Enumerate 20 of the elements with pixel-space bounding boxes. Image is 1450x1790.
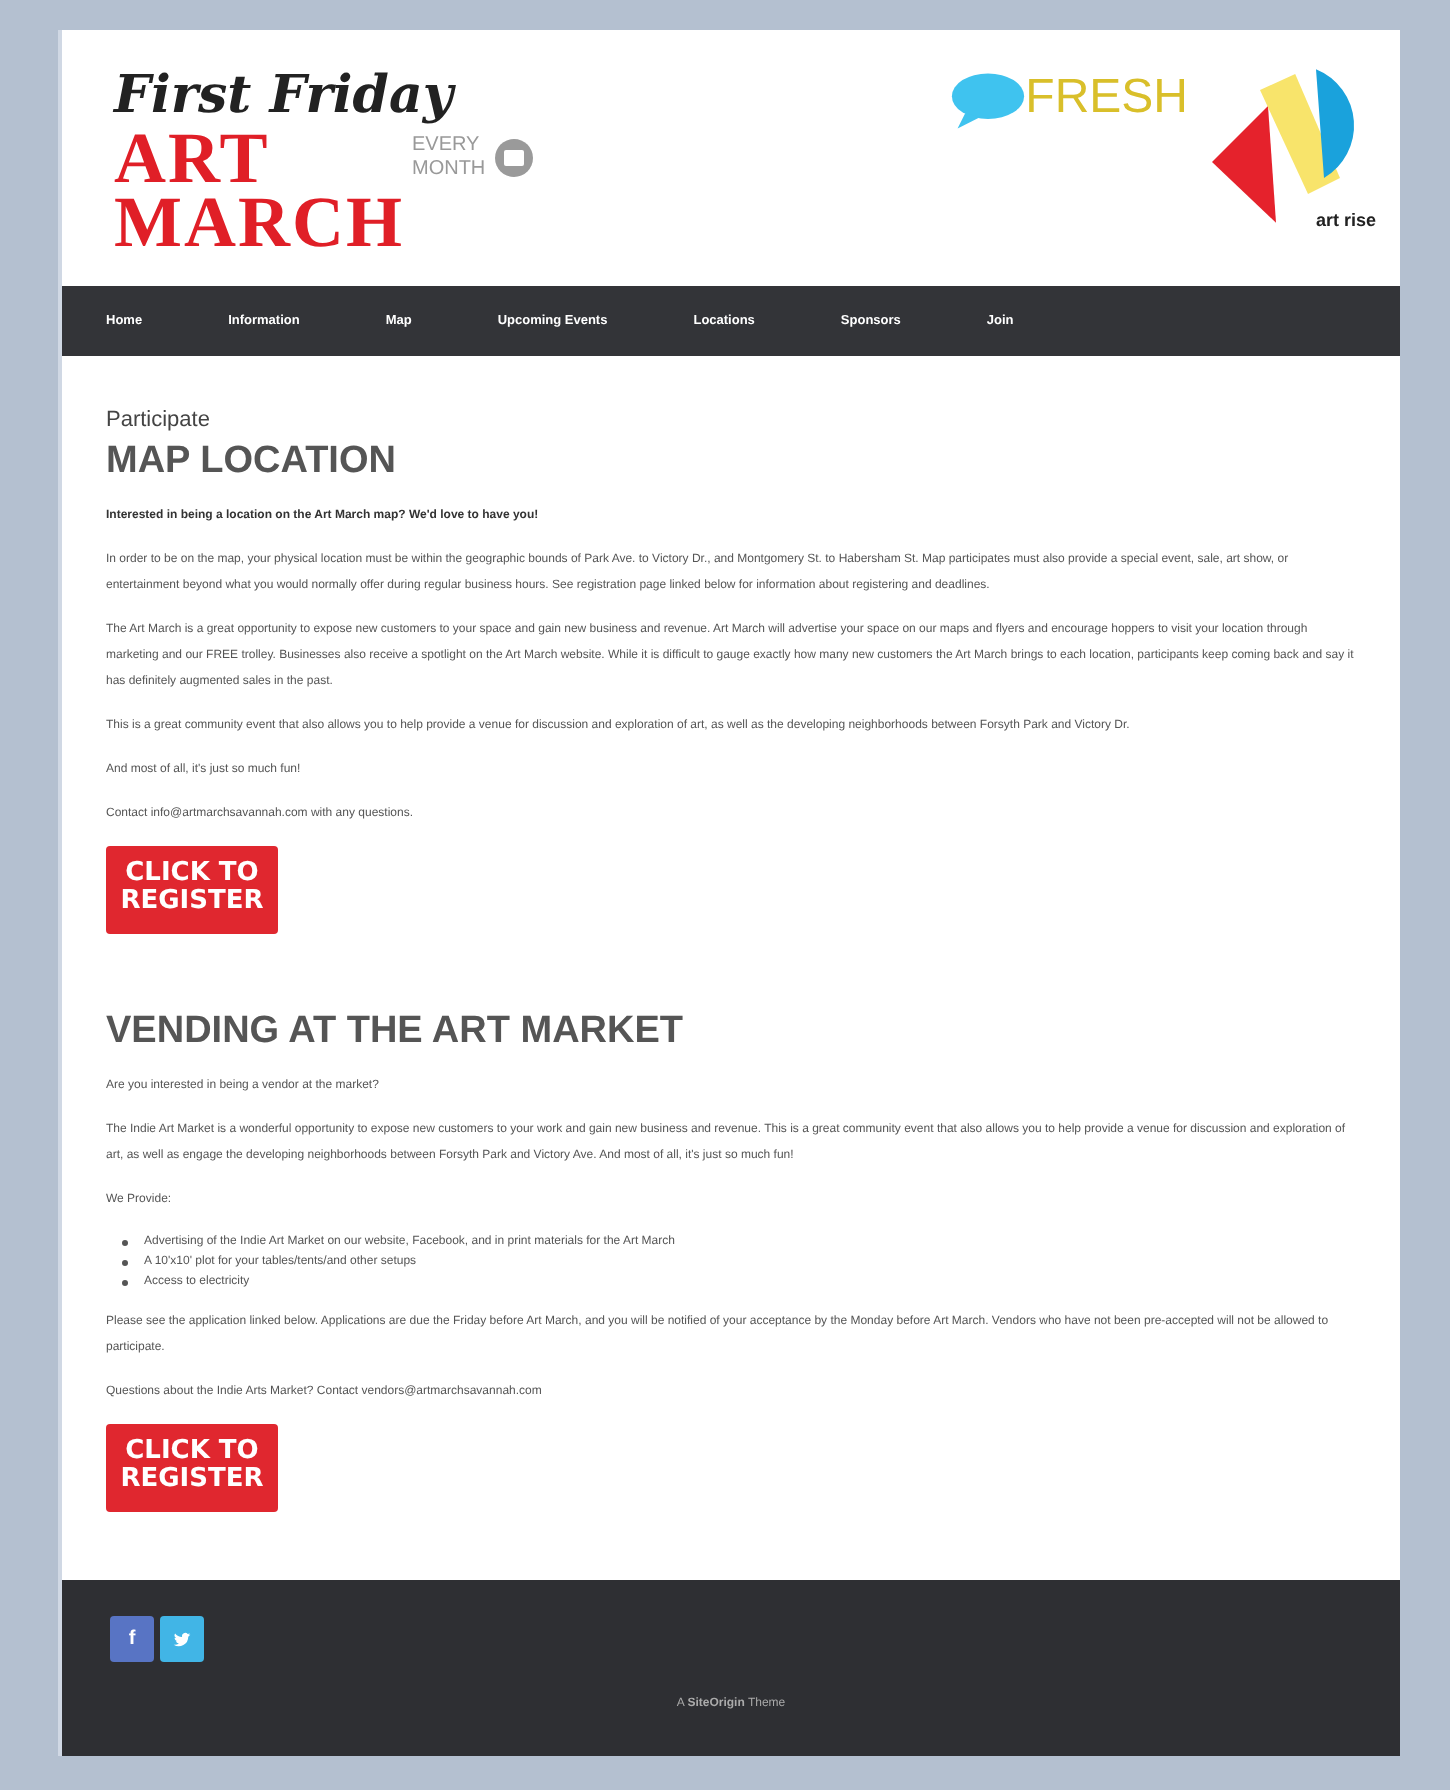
page-title: Participate: [106, 408, 212, 432]
logo-title: MARCH: [114, 190, 404, 254]
logo-title: ART: [114, 126, 270, 190]
calendar-badge-icon: [493, 138, 534, 178]
facebook-button[interactable]: f: [110, 1616, 154, 1662]
register-button[interactable]: CLICK TO REGISTER: [106, 846, 278, 934]
section-heading: VENDING AT THE ART MARKET: [106, 1010, 686, 1054]
section-heading: MAP LOCATION: [106, 440, 398, 484]
partner-logo-text: art rise: [1315, 210, 1376, 230]
register-button[interactable]: CLICK TO REGISTER: [106, 1424, 278, 1512]
bullet-icon: [122, 1279, 128, 1285]
logo-tagline: EVERY: [411, 134, 482, 158]
bird-icon: [172, 1629, 192, 1649]
twitter-button[interactable]: [160, 1616, 204, 1662]
bullet-icon: [122, 1259, 128, 1265]
partner-logo-text: FRESH: [1025, 70, 1188, 126]
bullet-icon: [122, 1239, 128, 1245]
logo-tagline: MONTH: [411, 158, 486, 182]
speech-bubble-icon: [949, 70, 1026, 130]
logo-script-title: First Friday: [114, 66, 458, 126]
